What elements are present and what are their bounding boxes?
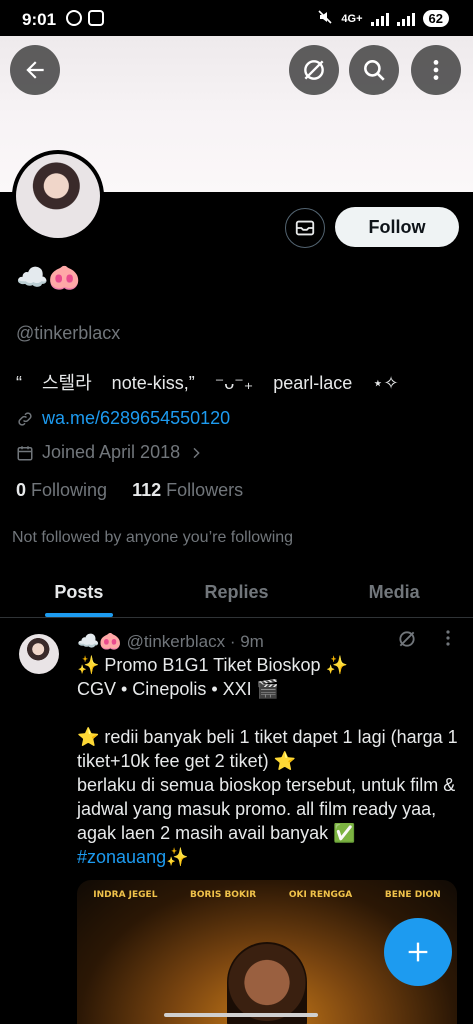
arrow-left-icon [26,61,44,79]
post-grok-button[interactable] [397,629,417,654]
profile-avatar[interactable] [12,150,104,242]
network-type: 4G+ [341,12,363,25]
post-handle[interactable]: @tinkerblacx [127,632,226,651]
more-vertical-icon [446,630,450,646]
followers-count: 112 [132,480,162,500]
post-avatar[interactable] [19,634,59,674]
post-more-button[interactable] [440,628,456,654]
joined-date: Joined April 2018 [42,442,181,462]
more-button[interactable] [411,45,461,95]
following-count: 0 [16,480,27,500]
envelope-icon [295,220,315,236]
notification-icons [66,10,104,26]
grok-icon [304,60,324,80]
instagram-icon [88,10,104,26]
link-icon [18,411,32,426]
plus-icon [408,942,428,962]
home-indicator[interactable] [164,1013,318,1017]
profile-link-row[interactable]: wa.me/6289654550120 [16,408,230,429]
mute-icon [317,9,333,28]
back-button[interactable] [10,45,60,95]
following-label: Following [31,480,108,500]
not-followed-text: Not followed by anyone you’re following [12,529,294,546]
search-icon [364,60,385,81]
battery-indicator: 62 [422,10,449,27]
grok-button[interactable] [289,45,339,95]
post-hashtag[interactable]: #zonauang [77,847,166,867]
tab-posts[interactable]: Posts [0,568,158,617]
followers-link[interactable]: 112 Followers [132,480,243,500]
profile-handle: @tinkerblacx [16,323,121,343]
followers-label: Followers [166,480,244,500]
status-time: 9:01 [22,10,57,29]
tab-media[interactable]: Media [315,568,473,617]
cast-name: BORIS BOKIR [190,890,257,900]
display-name: ☁️🐽 [16,262,81,292]
calendar-icon [17,445,33,460]
signal-icon-2 [396,12,415,26]
post-line-2: CGV • Cinepolis • XXI 🎬 [77,679,280,699]
profile-tabs: Posts Replies Media [0,568,473,618]
post-line-4: berlaku di semua bioskop tersebut, untuk… [77,775,461,843]
follow-button[interactable]: Follow [335,207,459,247]
signal-icon [370,12,389,26]
chevron-right-icon [193,447,200,458]
post-display-name: ☁️🐽 [77,631,122,651]
post-header: ☁️🐽 @tinkerblacx · 9m [77,631,264,652]
compose-post-button[interactable] [384,918,452,986]
more-vertical-icon [433,60,439,80]
search-button[interactable] [349,45,399,95]
post-time: · 9m [229,632,264,651]
whatsapp-icon [66,10,82,26]
joined-row[interactable]: Joined April 2018 [16,442,204,463]
follow-counts: 0 Following 112 Followers [16,480,243,501]
post-line-3: ⭐ redii banyak beli 1 tiket dapet 1 lagi… [77,727,463,771]
post-hashtag-emoji: ✨ [166,847,189,867]
tab-replies[interactable]: Replies [158,568,316,617]
cast-name: INDRA JEGEL [93,890,158,900]
grok-icon [399,631,415,647]
status-right: 4G+ 62 [317,9,449,28]
post-text: ✨ Promo B1G1 Tiket Bioskop ✨ CGV • Cinep… [77,653,461,869]
profile-link[interactable]: wa.me/6289654550120 [42,408,230,429]
status-bar: 9:01 4G+ 62 [0,0,473,36]
following-link[interactable]: 0 Following [16,480,107,500]
avatar-image [16,154,100,238]
cast-name: BENE DION [384,890,441,900]
message-button[interactable] [285,208,325,248]
post-line-1: ✨ Promo B1G1 Tiket Bioskop ✨ [77,655,348,675]
cast-name: OKI RENGGA [288,890,353,900]
profile-bio: “ 스텔라 note-kiss,” ⁻ᴗ⁻₊ pearl-lace ⋆✧ [16,373,399,393]
movie-poster-cast: INDRA JEGEL BORIS BOKIR OKI RENGGA BENE … [77,890,457,900]
poster-face [227,942,307,1024]
